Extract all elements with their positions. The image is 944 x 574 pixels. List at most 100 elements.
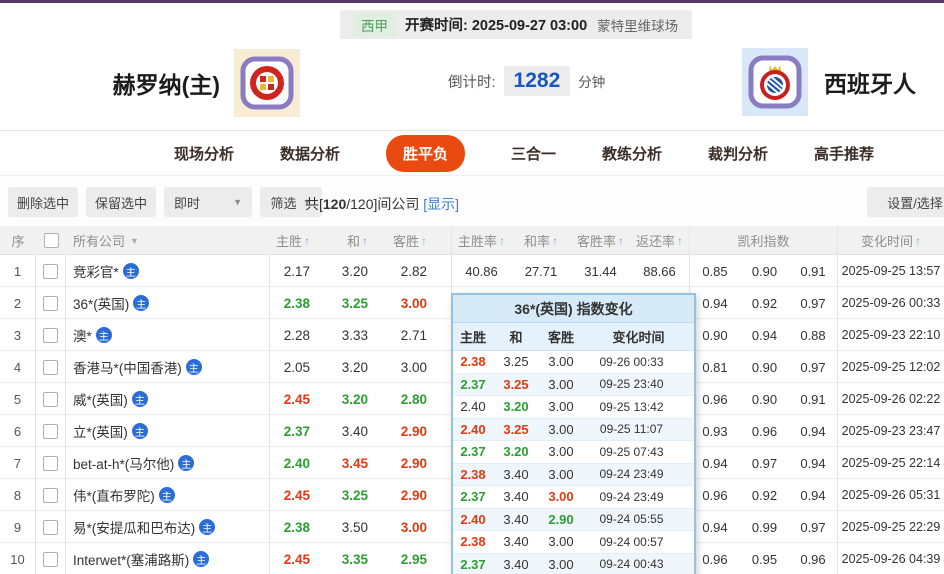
popup-away-odds: 2.90 <box>548 511 574 527</box>
count-suffix: /120]间公司 <box>346 196 420 212</box>
away-odds: 3.00 <box>370 351 452 383</box>
row-checkbox-cell <box>36 351 66 383</box>
select-all-checkbox[interactable] <box>43 233 59 248</box>
change-time: 2025-09-26 00:33 <box>841 296 941 310</box>
kelly-draw: 0.99 <box>751 519 778 535</box>
change-time: 2025-09-26 05:31 <box>841 488 941 502</box>
row-checkbox[interactable] <box>43 391 58 407</box>
company-cell[interactable]: Interwet*(塞浦路斯) 主 <box>66 543 270 574</box>
popup-change-time: 09-25 07:43 <box>599 444 664 459</box>
popup-draw-odds: 3.40 <box>503 511 529 527</box>
kelly-draw: 0.90 <box>751 359 778 375</box>
row-checkbox[interactable] <box>43 455 58 471</box>
settings-button[interactable]: 设置/选择 <box>867 187 944 217</box>
tab-1[interactable]: 现场分析 <box>174 143 234 164</box>
popup-home-odds: 2.38 <box>460 354 486 370</box>
header-away-odds[interactable]: 客胜 ↑ <box>370 226 452 255</box>
popup-away-odds: 3.00 <box>548 354 574 370</box>
keep-selected-button[interactable]: 保留选中 <box>86 187 156 217</box>
kelly-home: 0.93 <box>702 423 728 439</box>
row-checkbox[interactable] <box>43 487 58 503</box>
away-team-logo-icon <box>742 48 808 116</box>
row-checkbox[interactable] <box>43 359 58 375</box>
header-company[interactable]: 所有公司 ▼ <box>66 226 270 255</box>
draw-odds: 3.25 <box>341 487 368 503</box>
tab-3-active[interactable]: 胜平负 <box>385 134 465 172</box>
header-return-rate[interactable]: 返还率 ↑ <box>630 226 690 255</box>
countdown-label: 倒计时: <box>448 74 496 91</box>
popup-rows: 2.38 3.25 3.00 09-26 00:33 2.37 3.25 3.00 09-25… <box>453 351 694 574</box>
company-cell[interactable]: 易*(安提瓜和巴布达) 主 <box>66 511 270 543</box>
away-odds: 3.00 <box>370 287 452 319</box>
tab-6[interactable]: 裁判分析 <box>708 143 768 164</box>
row-checkbox[interactable] <box>43 263 58 279</box>
popup-row: 2.38 3.40 3.00 09-24 00:57 <box>453 531 694 554</box>
header-draw-odds[interactable]: 和 ↑ <box>312 226 370 255</box>
kelly-away: 0.94 <box>789 447 838 479</box>
popup-row: 2.37 3.40 3.00 09-24 00:43 <box>453 553 694 574</box>
company-cell[interactable]: 香港马*(中国香港) 主 <box>66 351 270 383</box>
popup-header-row: 主胜 和 客胜 变化时间 <box>453 323 694 351</box>
kelly-home: 0.90 <box>702 327 728 343</box>
sort-asc-icon: ↑ <box>304 233 310 248</box>
row-checkbox[interactable] <box>43 327 58 343</box>
row-checkbox[interactable] <box>43 423 58 439</box>
tab-7[interactable]: 高手推荐 <box>814 143 874 164</box>
change-time: 2025-09-26 04:39 <box>841 552 941 566</box>
popup-header-away: 客胜 <box>547 330 574 345</box>
row-checkbox[interactable] <box>43 519 58 535</box>
draw-odds: 3.45 <box>341 455 368 471</box>
company-name: 威*(英国) <box>73 393 128 408</box>
popup-row: 2.40 3.40 2.90 09-24 05:55 <box>453 508 694 531</box>
away-odds: 2.90 <box>370 479 452 511</box>
toolbar: 删除选中 保留选中 即时 ▼ 筛选 ▼ 共[120/120]间公司 [显示] 设… <box>0 177 944 226</box>
company-cell[interactable]: 竞彩官* 主 <box>66 255 270 287</box>
header-home-odds[interactable]: 主胜 ↑ <box>270 226 312 255</box>
home-odds: 2.45 <box>283 487 310 503</box>
header-draw-rate[interactable]: 和率 ↑ <box>511 226 571 255</box>
home-odds: 2.45 <box>283 551 310 567</box>
row-checkbox[interactable] <box>43 551 58 567</box>
table-header-row: 序 所有公司 ▼ 主胜 ↑ 和 ↑ 客胜 ↑ 主胜率 ↑ 和率 ↑ 客胜率 ↑ 返还率 ↑ 凯利… <box>0 226 944 255</box>
kelly-draw: 0.92 <box>751 487 778 503</box>
sort-asc-icon: ↑ <box>362 233 368 248</box>
header-home-rate[interactable]: 主胜率 ↑ <box>452 226 511 255</box>
kelly-away: 0.94 <box>789 415 838 447</box>
row-index: 9 <box>0 511 36 543</box>
row-checkbox[interactable] <box>43 295 58 311</box>
countdown: 倒计时: 1282 分钟 <box>448 66 605 96</box>
popup-change-time: 09-24 00:43 <box>599 557 664 572</box>
primary-badge-icon: 主 <box>178 455 195 471</box>
tab-2[interactable]: 数据分析 <box>280 143 340 164</box>
company-cell[interactable]: 36*(英国) 主 <box>66 287 270 319</box>
company-cell[interactable]: 澳* 主 <box>66 319 270 351</box>
company-name: 36*(英国) <box>73 297 130 312</box>
header-away-rate[interactable]: 客胜率 ↑ <box>571 226 630 255</box>
popup-change-time: 09-24 00:57 <box>599 534 664 549</box>
primary-badge-icon: 主 <box>131 423 148 439</box>
company-cell[interactable]: bet-at-h*(马尔他) 主 <box>66 447 270 479</box>
popup-header-time: 变化时间 <box>612 330 665 345</box>
instant-dropdown[interactable]: 即时 ▼ <box>164 187 252 217</box>
popup-home-odds: 2.38 <box>460 466 486 482</box>
company-cell[interactable]: 立*(英国) 主 <box>66 415 270 447</box>
popup-draw-odds: 3.40 <box>503 534 529 550</box>
row-checkbox-cell <box>36 287 66 319</box>
primary-badge-icon: 主 <box>185 359 202 375</box>
kelly-away: 0.97 <box>789 287 838 319</box>
tab-5[interactable]: 教练分析 <box>602 143 662 164</box>
primary-badge-icon: 主 <box>193 551 210 567</box>
company-cell[interactable]: 威*(英国) 主 <box>66 383 270 415</box>
home-odds: 2.38 <box>283 295 310 311</box>
away-odds: 2.95 <box>370 543 452 574</box>
show-link[interactable]: [显示] <box>423 196 459 212</box>
odds-comparison-page: 西甲 开赛时间: 2025-09-27 03:00 蒙特里维球场 赫罗纳(主) … <box>0 0 944 574</box>
draw-odds: 3.40 <box>341 423 368 439</box>
popup-away-odds: 3.00 <box>548 556 574 572</box>
company-cell[interactable]: 伟*(直布罗陀) 主 <box>66 479 270 511</box>
delete-selected-button[interactable]: 删除选中 <box>8 187 78 217</box>
tab-4[interactable]: 三合一 <box>511 143 556 164</box>
home-odds: 2.40 <box>283 455 310 471</box>
header-change-time[interactable]: 变化时间 ↑ <box>838 226 944 255</box>
popup-away-odds: 3.00 <box>548 399 574 415</box>
